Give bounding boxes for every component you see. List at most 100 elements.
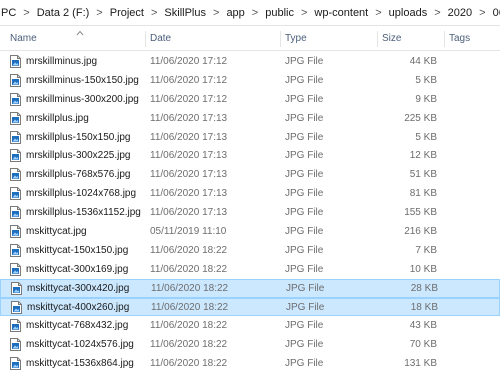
file-name[interactable]: mskittycat-300x169.jpg bbox=[26, 260, 128, 279]
file-type: JPG File bbox=[285, 55, 324, 67]
file-name[interactable]: mskittycat.jpg bbox=[26, 222, 87, 241]
file-type: JPG File bbox=[285, 188, 324, 200]
breadcrumb-separator-icon[interactable]: > bbox=[246, 7, 264, 19]
file-row[interactable]: mrskillplus.jpg 11/06/2020 17:13 JPG File 2… bbox=[0, 109, 500, 128]
file-row[interactable]: mskittycat-150x150.jpg 11/06/2020 18:22 JP… bbox=[0, 241, 500, 260]
file-name[interactable]: mskittycat-300x420.jpg bbox=[27, 280, 129, 297]
breadcrumb-separator-icon[interactable]: > bbox=[295, 7, 313, 19]
jpg-file-icon bbox=[10, 52, 21, 71]
file-name[interactable]: mrskillminus-300x200.jpg bbox=[26, 90, 139, 109]
breadcrumb-item[interactable]: uploads bbox=[388, 7, 429, 19]
file-row[interactable]: mrskillplus-768x576.jpg 11/06/2020 17:13 J… bbox=[0, 165, 500, 184]
jpg-file-icon bbox=[10, 260, 21, 279]
file-name[interactable]: mrskillplus.jpg bbox=[26, 109, 89, 128]
jpg-file-icon bbox=[10, 203, 21, 222]
file-row[interactable]: mskittycat-768x432.jpg 11/06/2020 18:22 JP… bbox=[0, 316, 500, 335]
file-size: 10 KB bbox=[409, 263, 437, 275]
file-size: 51 KB bbox=[409, 169, 437, 181]
file-size: 9 KB bbox=[415, 93, 437, 105]
breadcrumb-item[interactable]: PC bbox=[0, 7, 17, 19]
file-name[interactable]: mrskillplus-150x150.jpg bbox=[26, 128, 131, 147]
file-row[interactable]: mskittycat.jpg 05/11/2019 11:10 JPG File 21… bbox=[0, 222, 500, 241]
file-name[interactable]: mskittycat-150x150.jpg bbox=[26, 241, 128, 260]
file-type: JPG File bbox=[285, 93, 324, 105]
file-row[interactable]: mrskillminus-150x150.jpg 11/06/2020 17:12… bbox=[0, 71, 500, 90]
file-row[interactable]: mrskillminus.jpg 11/06/2020 17:12 JPG File… bbox=[0, 52, 500, 71]
file-type: JPG File bbox=[285, 263, 324, 275]
file-row[interactable]: mskittycat-1536x864.jpg 11/06/2020 18:22 J… bbox=[0, 354, 500, 373]
breadcrumb-item[interactable]: 2020 bbox=[447, 7, 473, 19]
jpg-file-icon bbox=[10, 90, 21, 109]
file-size: 12 KB bbox=[409, 150, 437, 162]
breadcrumb-separator-icon[interactable]: > bbox=[428, 7, 446, 19]
column-header-size[interactable]: Size bbox=[378, 27, 444, 51]
file-name[interactable]: mrskillminus-150x150.jpg bbox=[26, 71, 139, 90]
file-size: 225 KB bbox=[404, 112, 437, 124]
breadcrumb-item[interactable]: public bbox=[264, 7, 295, 19]
jpg-file-icon bbox=[11, 299, 22, 316]
file-size: 70 KB bbox=[409, 339, 437, 351]
jpg-file-icon bbox=[10, 335, 21, 354]
file-row[interactable]: mrskillplus-1024x768.jpg 11/06/2020 17:13… bbox=[0, 184, 500, 203]
file-date: 11/06/2020 18:22 bbox=[150, 263, 228, 275]
file-date: 11/06/2020 18:22 bbox=[150, 320, 228, 332]
breadcrumb-item[interactable]: Data 2 (F:) bbox=[36, 7, 91, 19]
file-date: 11/06/2020 17:13 bbox=[150, 207, 228, 219]
file-name[interactable]: mskittycat-1536x864.jpg bbox=[26, 354, 134, 373]
file-date: 11/06/2020 17:12 bbox=[150, 74, 228, 86]
file-type: JPG File bbox=[285, 112, 324, 124]
breadcrumb-separator-icon[interactable]: > bbox=[473, 7, 491, 19]
file-type: JPG File bbox=[285, 358, 324, 370]
breadcrumb-separator-icon[interactable]: > bbox=[145, 7, 163, 19]
jpg-file-icon bbox=[10, 165, 21, 184]
file-name[interactable]: mskittycat-1024x576.jpg bbox=[26, 335, 134, 354]
file-date: 11/06/2020 18:22 bbox=[151, 282, 229, 294]
column-header-date[interactable]: Date bbox=[146, 27, 280, 51]
file-row[interactable]: mskittycat-300x169.jpg 11/06/2020 18:22 JP… bbox=[0, 260, 500, 279]
file-row[interactable]: mrskillplus-1536x1152.jpg 11/06/2020 17:1… bbox=[0, 203, 500, 222]
file-name[interactable]: mskittycat-400x260.jpg bbox=[27, 299, 129, 316]
file-size: 28 KB bbox=[410, 282, 438, 294]
column-header-tags[interactable]: Tags bbox=[445, 27, 500, 51]
file-type: JPG File bbox=[285, 207, 324, 219]
jpg-file-icon bbox=[10, 146, 21, 165]
file-name[interactable]: mrskillplus-300x225.jpg bbox=[26, 146, 131, 165]
jpg-file-icon bbox=[10, 109, 21, 128]
column-header-name[interactable]: Name bbox=[6, 27, 146, 51]
file-size: 5 KB bbox=[415, 74, 437, 86]
breadcrumb-item[interactable]: Project bbox=[109, 7, 145, 19]
breadcrumb-item[interactable]: wp-content bbox=[313, 7, 369, 19]
breadcrumb-separator-icon[interactable]: > bbox=[90, 7, 108, 19]
file-size: 44 KB bbox=[409, 55, 437, 67]
file-type: JPG File bbox=[285, 339, 324, 351]
file-name[interactable]: mskittycat-768x432.jpg bbox=[26, 316, 128, 335]
file-date: 11/06/2020 18:22 bbox=[151, 301, 229, 313]
file-date: 11/06/2020 17:12 bbox=[150, 93, 228, 105]
file-row[interactable]: mrskillplus-150x150.jpg 11/06/2020 17:13 J… bbox=[0, 128, 500, 147]
address-bar[interactable]: PC > Data 2 (F:) > Project > SkillPlus > app > pub… bbox=[0, 0, 500, 26]
breadcrumb-item[interactable]: app bbox=[225, 7, 245, 19]
file-name[interactable]: mrskillplus-1024x768.jpg bbox=[26, 184, 136, 203]
file-date: 11/06/2020 18:22 bbox=[150, 339, 228, 351]
file-name[interactable]: mrskillminus.jpg bbox=[26, 52, 97, 71]
breadcrumb-separator-icon[interactable]: > bbox=[17, 7, 35, 19]
breadcrumb-separator-icon[interactable]: > bbox=[369, 7, 387, 19]
file-name[interactable]: mrskillplus-1536x1152.jpg bbox=[26, 203, 141, 222]
jpg-file-icon bbox=[10, 354, 21, 373]
file-date: 11/06/2020 17:13 bbox=[150, 112, 228, 124]
file-size: 81 KB bbox=[409, 188, 437, 200]
file-list: mrskillminus.jpg 11/06/2020 17:12 JPG File… bbox=[0, 52, 500, 373]
file-row[interactable]: mskittycat-300x420.jpg 11/06/2020 18:22 JP… bbox=[0, 278, 500, 298]
breadcrumb-item[interactable]: 06 bbox=[492, 7, 500, 19]
jpg-file-icon bbox=[10, 184, 21, 203]
breadcrumb-separator-icon[interactable]: > bbox=[207, 7, 225, 19]
file-type: JPG File bbox=[285, 225, 324, 237]
file-name[interactable]: mrskillplus-768x576.jpg bbox=[26, 165, 131, 184]
breadcrumb-item[interactable]: SkillPlus bbox=[163, 7, 207, 19]
file-date: 11/06/2020 17:13 bbox=[150, 131, 228, 143]
file-row[interactable]: mrskillplus-300x225.jpg 11/06/2020 17:13 J… bbox=[0, 146, 500, 165]
file-row[interactable]: mskittycat-1024x576.jpg 11/06/2020 18:22 J… bbox=[0, 335, 500, 354]
file-row[interactable]: mrskillminus-300x200.jpg 11/06/2020 17:12… bbox=[0, 90, 500, 109]
file-row[interactable]: mskittycat-400x260.jpg 11/06/2020 18:22 JP… bbox=[0, 297, 500, 317]
column-header-type[interactable]: Type bbox=[281, 27, 377, 51]
